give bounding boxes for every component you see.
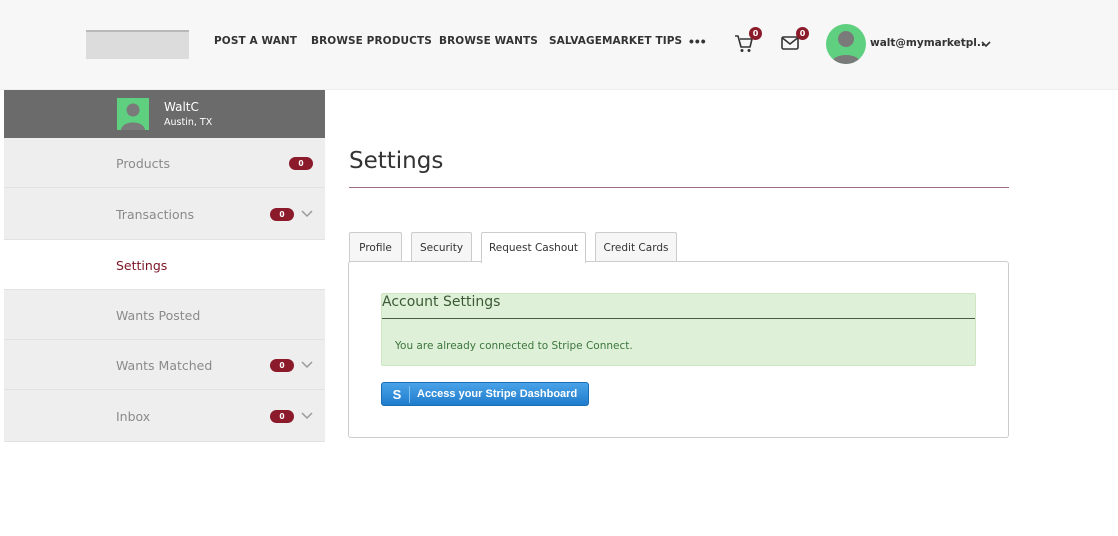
sidebar-item-inbox[interactable]: Inbox 0 (4, 390, 325, 442)
tab-profile[interactable]: Profile (349, 232, 402, 262)
count-badge: 0 (270, 410, 294, 423)
sidebar-item-transactions[interactable]: Transactions 0 (4, 188, 325, 240)
avatar (117, 98, 149, 130)
stripe-button-label: Access your Stripe Dashboard (417, 388, 578, 400)
top-navigation-bar: POST A WANT BROWSE PRODUCTS BROWSE WANTS… (0, 0, 1118, 90)
button-separator (409, 386, 410, 403)
count-badge: 0 (289, 157, 313, 170)
chevron-down-icon[interactable] (301, 411, 313, 421)
nav-post-a-want[interactable]: POST A WANT (214, 35, 297, 47)
sidebar-item-wants-posted[interactable]: Wants Posted (4, 290, 325, 340)
tab-credit-cards[interactable]: Credit Cards (595, 232, 677, 262)
sidebar-item-settings[interactable]: Settings (4, 240, 325, 290)
sidebar: WaltC Austin, TX Products 0 Transactions… (4, 90, 325, 442)
sidebar-item-label: Transactions (116, 207, 195, 222)
cart-count-badge: 0 (749, 27, 762, 40)
tab-security[interactable]: Security (411, 232, 472, 262)
tab-request-cashout[interactable]: Request Cashout (481, 232, 586, 263)
sidebar-item-label: Settings (116, 258, 168, 273)
user-menu[interactable]: walt@mymarketpl.. (826, 24, 996, 64)
sidebar-item-label: Wants Posted (116, 308, 201, 323)
user-email: walt@mymarketpl.. (870, 37, 985, 49)
site-logo[interactable] (86, 30, 189, 59)
stripe-dashboard-button[interactable]: S Access your Stripe Dashboard (381, 382, 589, 406)
user-silhouette-icon (121, 103, 145, 130)
profile-name: WaltC (164, 100, 199, 114)
sidebar-item-label: Wants Matched (116, 358, 213, 373)
alert-title-text: Account Settings (382, 294, 501, 310)
messages-button[interactable]: 0 (780, 27, 810, 56)
stripe-logo-icon: S (392, 387, 402, 402)
cart-button[interactable]: 0 (733, 27, 763, 56)
sidebar-item-label: Inbox (116, 409, 151, 424)
sidebar-item-wants-matched[interactable]: Wants Matched 0 (4, 340, 325, 390)
title-divider (349, 187, 1009, 188)
success-alert: Account Settings You are already connect… (381, 293, 976, 366)
nav-browse-products[interactable]: BROWSE PRODUCTS (311, 35, 432, 47)
sidebar-profile: WaltC Austin, TX (4, 90, 325, 138)
page-title: Settings (349, 148, 444, 174)
sidebar-item-products[interactable]: Products 0 (4, 138, 325, 188)
count-badge: 0 (270, 208, 294, 221)
user-silhouette-icon (831, 31, 861, 64)
sidebar-item-label: Products (116, 156, 170, 171)
chevron-down-icon (981, 41, 991, 48)
nav-browse-wants[interactable]: BROWSE WANTS (439, 35, 538, 47)
chevron-down-icon[interactable] (301, 209, 313, 219)
messages-count-badge: 0 (796, 27, 809, 40)
profile-location: Austin, TX (164, 117, 213, 128)
alert-title: Account Settings (382, 294, 975, 319)
avatar (826, 24, 866, 64)
alert-message: You are already connected to Stripe Conn… (395, 340, 633, 352)
count-badge: 0 (270, 359, 294, 372)
nav-salvagemarket-tips[interactable]: SALVAGEMARKET TIPS (549, 35, 682, 47)
chevron-down-icon[interactable] (301, 360, 313, 370)
more-icon[interactable]: ••• (689, 33, 707, 49)
